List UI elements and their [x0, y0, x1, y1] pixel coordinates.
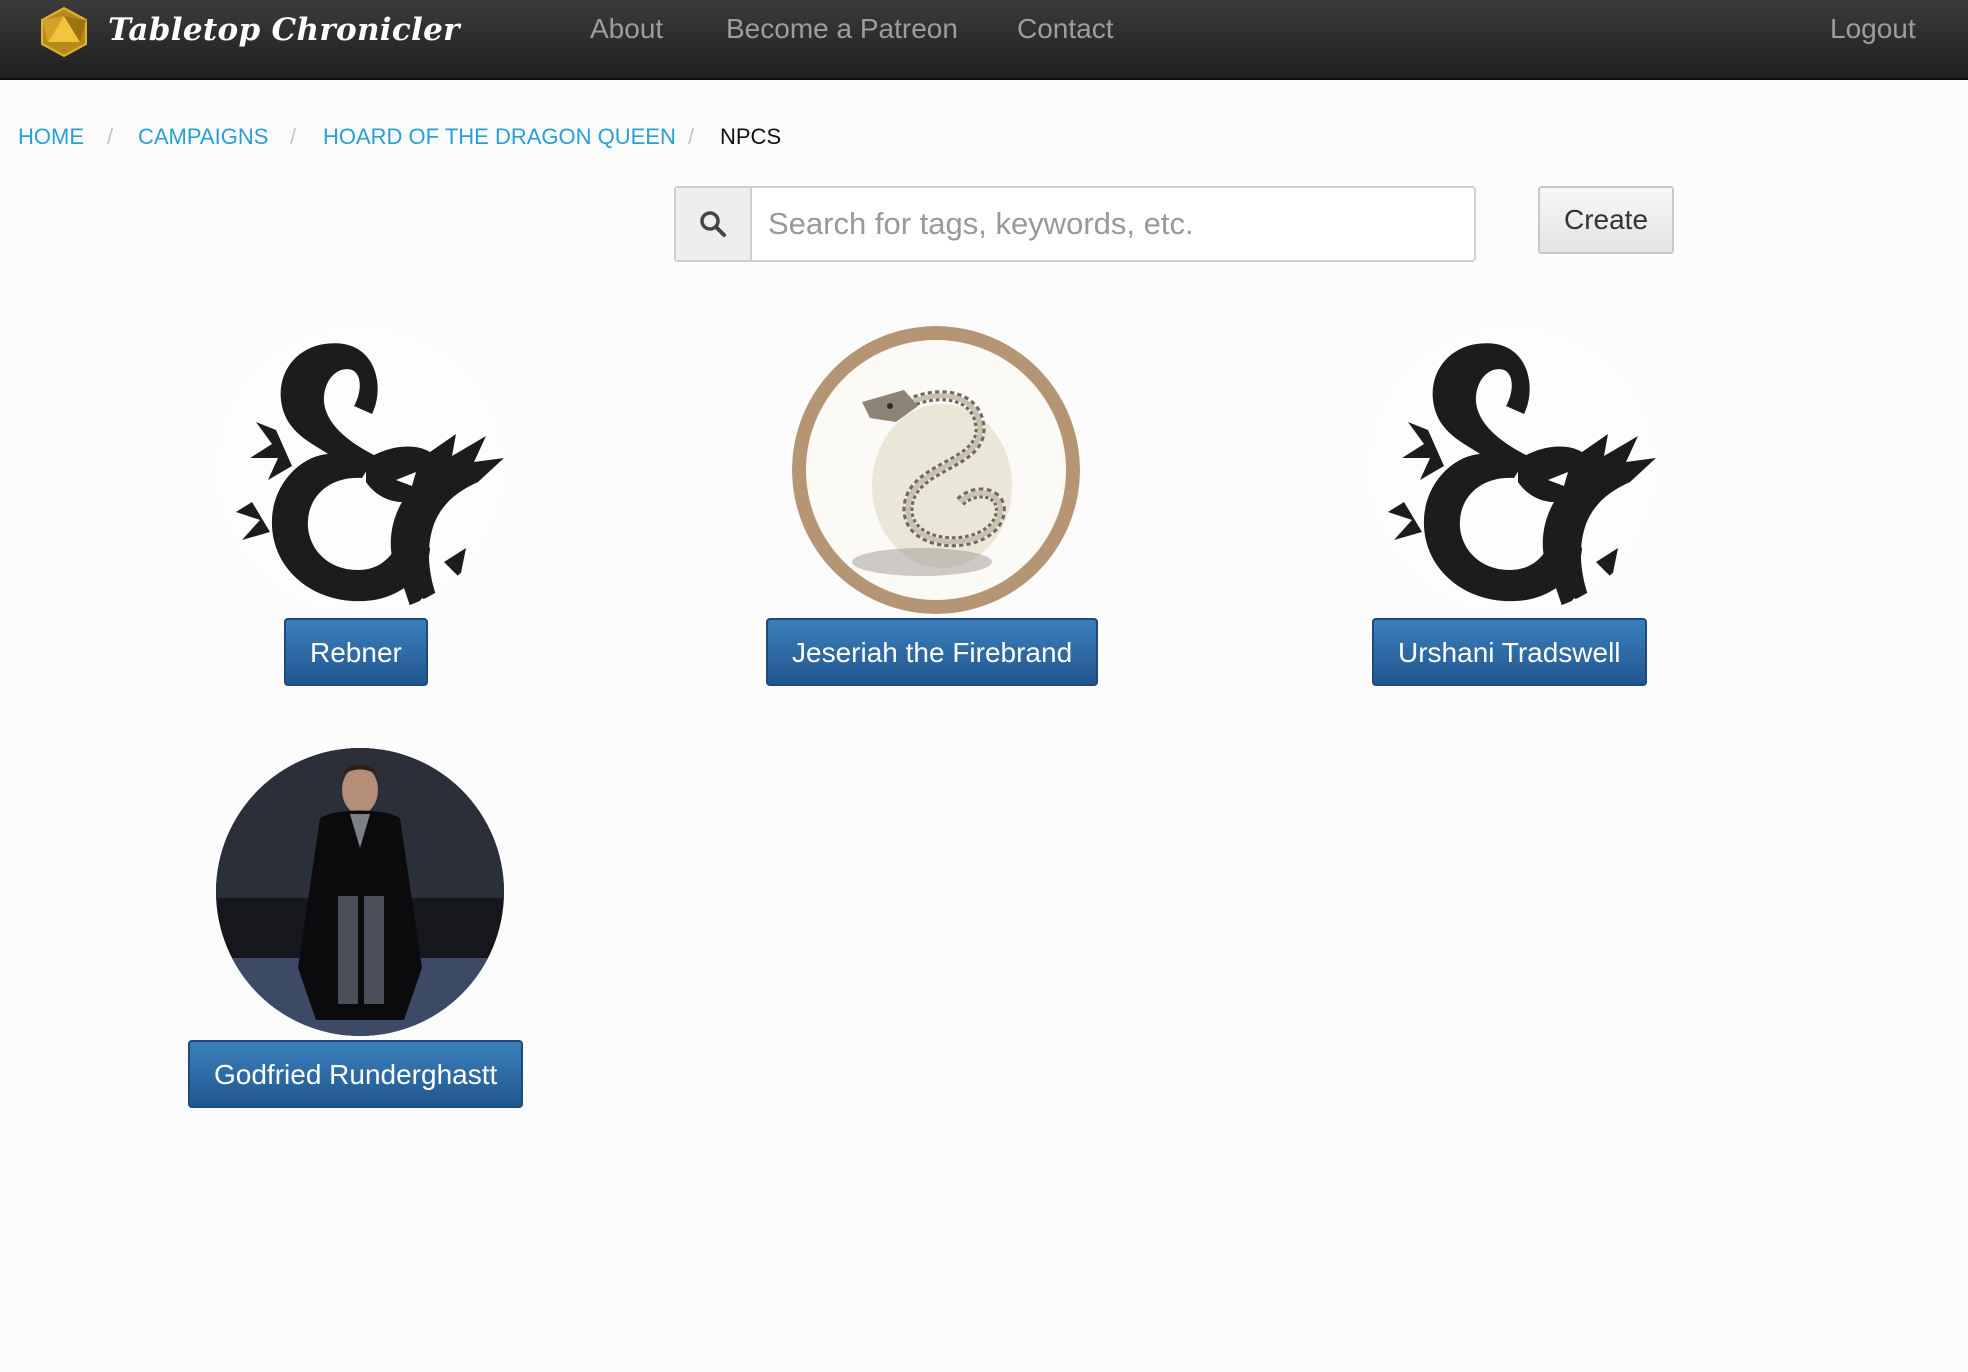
- man-in-dark-coat-photo: [216, 748, 504, 1036]
- npc-portrait[interactable]: [216, 326, 504, 614]
- npc-card: Urshani Tradswell: [1362, 326, 1662, 706]
- nav-patreon-link[interactable]: Become a Patreon: [726, 10, 958, 48]
- ampersand-dragon-logo: [216, 326, 504, 614]
- search-input[interactable]: [752, 188, 1470, 260]
- nav-logout-link[interactable]: Logout: [1830, 10, 1916, 48]
- npc-name-button[interactable]: Urshani Tradswell: [1372, 618, 1647, 686]
- breadcrumb-separator: /: [290, 124, 297, 149]
- npc-portrait[interactable]: [1368, 326, 1656, 614]
- breadcrumb-separator: /: [688, 124, 695, 149]
- search-addon: [676, 188, 752, 260]
- npc-card: Jeseriah the Firebrand: [766, 326, 1099, 706]
- npc-card: Rebner: [210, 326, 510, 706]
- npc-portrait[interactable]: [792, 326, 1080, 614]
- breadcrumb-current: NPCS: [720, 124, 782, 149]
- nav-contact-link[interactable]: Contact: [1017, 10, 1114, 48]
- d20-icon[interactable]: [38, 6, 90, 58]
- search-icon: [700, 211, 726, 237]
- create-button[interactable]: Create: [1538, 186, 1674, 254]
- breadcrumb-home[interactable]: HOME: [18, 120, 84, 154]
- npc-name-button[interactable]: Godfried Runderghastt: [188, 1040, 524, 1108]
- bone-serpent-token: [792, 326, 1080, 614]
- search-bar: [674, 186, 1476, 262]
- ampersand-dragon-logo: [1368, 326, 1656, 614]
- brand-title[interactable]: Tabletop Chronicler: [108, 8, 460, 52]
- npc-name-button[interactable]: Jeseriah the Firebrand: [766, 618, 1099, 686]
- breadcrumb-separator: /: [107, 124, 114, 149]
- nav-about-link[interactable]: About: [590, 10, 663, 48]
- top-navbar: Tabletop Chronicler About Become a Patre…: [0, 0, 1968, 80]
- breadcrumb-campaign[interactable]: HOARD OF THE DRAGON QUEEN: [323, 120, 676, 154]
- npc-card: Godfried Runderghastt: [188, 748, 524, 1128]
- npc-portrait[interactable]: [216, 748, 504, 1036]
- npc-name-button[interactable]: Rebner: [284, 618, 428, 686]
- breadcrumb-campaigns[interactable]: CAMPAIGNS: [138, 120, 268, 154]
